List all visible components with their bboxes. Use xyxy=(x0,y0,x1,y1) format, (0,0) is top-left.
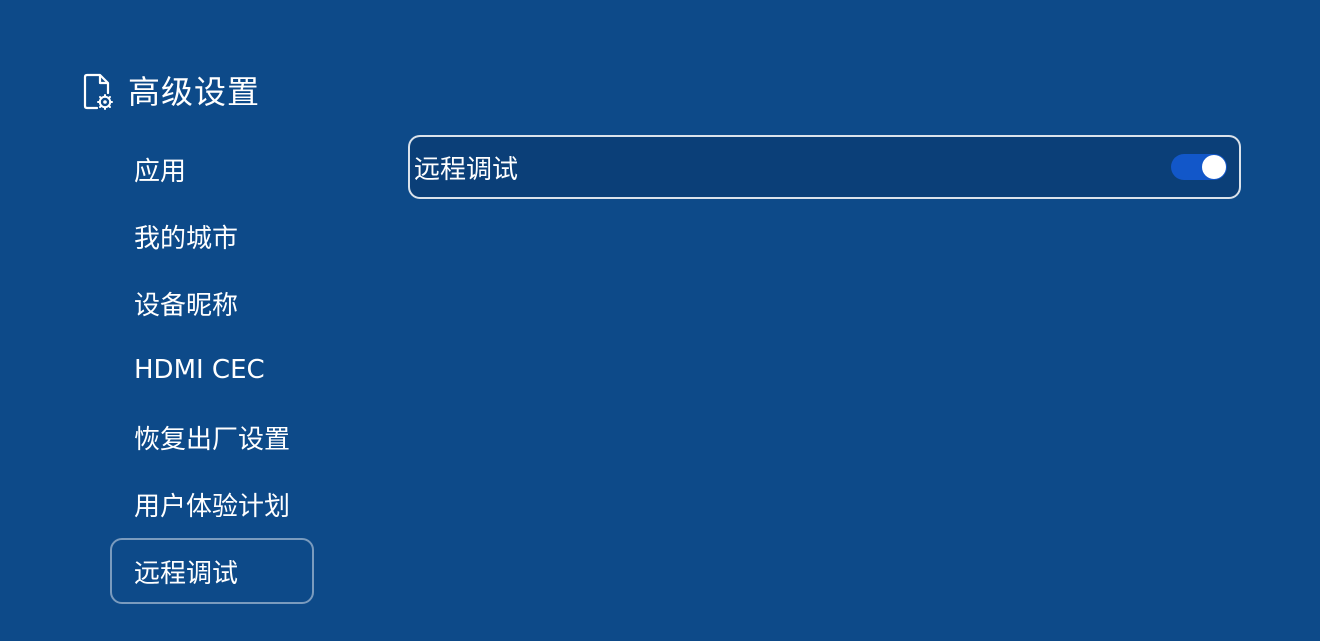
remote-debug-toggle[interactable] xyxy=(1171,154,1227,180)
page-title: 高级设置 xyxy=(128,73,261,111)
settings-content: 远程调试 xyxy=(408,135,1241,199)
sidebar-item-label: 用户体验计划 xyxy=(134,491,291,522)
sidebar-item-label: 我的城市 xyxy=(134,223,239,254)
sidebar-item-hdmi-cec[interactable]: HDMI CEC xyxy=(110,337,314,403)
sidebar-menu: 应用 我的城市 设备昵称 HDMI CEC 恢复出厂设置 用户体验计划 远程调试 xyxy=(110,136,314,605)
sidebar-item-label: 远程调试 xyxy=(134,558,239,589)
sidebar-item-factory-reset[interactable]: 恢复出厂设置 xyxy=(110,404,314,470)
sidebar-item-label: HDMI CEC xyxy=(134,355,265,385)
sidebar-item-label: 恢复出厂设置 xyxy=(134,424,291,455)
advanced-settings-screen: 高级设置 应用 我的城市 设备昵称 HDMI CEC 恢复出厂设置 用户体验计划… xyxy=(0,0,1320,641)
sidebar-item-device-name[interactable]: 设备昵称 xyxy=(110,270,314,336)
sidebar-item-user-experience[interactable]: 用户体验计划 xyxy=(110,471,314,537)
remote-debug-label: 远程调试 xyxy=(414,154,519,185)
settings-document-icon xyxy=(80,72,116,112)
remote-debug-row[interactable]: 远程调试 xyxy=(408,135,1241,199)
sidebar-item-my-city[interactable]: 我的城市 xyxy=(110,203,314,269)
page-header: 高级设置 xyxy=(80,70,260,114)
sidebar-item-label: 设备昵称 xyxy=(134,290,239,321)
toggle-knob xyxy=(1202,155,1226,179)
sidebar-item-label: 应用 xyxy=(134,156,187,187)
sidebar-item-apps[interactable]: 应用 xyxy=(110,136,314,202)
sidebar-item-remote-debug[interactable]: 远程调试 xyxy=(110,538,314,604)
